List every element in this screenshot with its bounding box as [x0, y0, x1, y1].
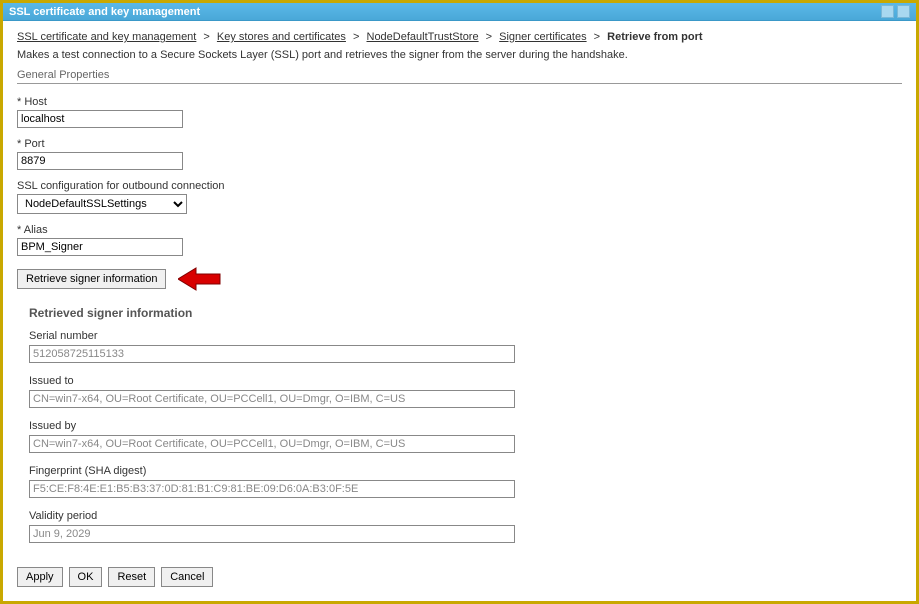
retrieved-signer-section: Retrieved signer information Serial numb…: [29, 306, 902, 543]
content-area: SSL certificate and key management > Key…: [3, 21, 916, 597]
host-input[interactable]: [17, 110, 183, 128]
field-fingerprint: Fingerprint (SHA digest): [29, 465, 902, 498]
field-host: Host: [17, 96, 902, 128]
field-serial: Serial number: [29, 330, 902, 363]
window-close-icon[interactable]: [897, 5, 910, 18]
arrow-left-icon: [178, 266, 222, 292]
serial-value: [29, 345, 515, 363]
cancel-button[interactable]: Cancel: [161, 567, 213, 587]
reset-button[interactable]: Reset: [108, 567, 155, 587]
sslconf-select[interactable]: NodeDefaultSSLSettings: [17, 194, 187, 214]
retrieved-header: Retrieved signer information: [29, 306, 902, 320]
breadcrumb-separator: >: [486, 31, 492, 43]
field-issued-by: Issued by: [29, 420, 902, 453]
ok-button[interactable]: OK: [69, 567, 103, 587]
port-label: Port: [17, 138, 902, 150]
breadcrumb-link-signer-certs[interactable]: Signer certificates: [499, 31, 586, 43]
window-titlebar: SSL certificate and key management: [3, 3, 916, 21]
validity-value: [29, 525, 515, 543]
alias-input[interactable]: [17, 238, 183, 256]
issued-to-value: [29, 390, 515, 408]
window-title: SSL certificate and key management: [9, 6, 200, 18]
issued-to-label: Issued to: [29, 375, 902, 387]
page-description: Makes a test connection to a Secure Sock…: [17, 49, 902, 61]
field-port: Port: [17, 138, 902, 170]
issued-by-label: Issued by: [29, 420, 902, 432]
footer-buttons: Apply OK Reset Cancel: [17, 567, 902, 587]
validity-label: Validity period: [29, 510, 902, 522]
fingerprint-value: [29, 480, 515, 498]
breadcrumb-separator: >: [353, 31, 359, 43]
window-controls: [881, 5, 910, 18]
field-alias: Alias: [17, 224, 902, 256]
section-header-general: General Properties: [17, 69, 902, 84]
field-issued-to: Issued to: [29, 375, 902, 408]
alias-label: Alias: [17, 224, 902, 236]
issued-by-value: [29, 435, 515, 453]
breadcrumb-link-keystores[interactable]: Key stores and certificates: [217, 31, 346, 43]
serial-label: Serial number: [29, 330, 902, 342]
retrieve-row: Retrieve signer information: [17, 266, 902, 292]
port-input[interactable]: [17, 152, 183, 170]
field-validity: Validity period: [29, 510, 902, 543]
breadcrumb-separator: >: [203, 31, 209, 43]
breadcrumb-link-ssl-mgmt[interactable]: SSL certificate and key management: [17, 31, 196, 43]
fingerprint-label: Fingerprint (SHA digest): [29, 465, 902, 477]
breadcrumb: SSL certificate and key management > Key…: [17, 31, 902, 43]
host-label: Host: [17, 96, 902, 108]
breadcrumb-current: Retrieve from port: [607, 31, 702, 43]
retrieve-signer-button[interactable]: Retrieve signer information: [17, 269, 166, 289]
breadcrumb-separator: >: [594, 31, 600, 43]
apply-button[interactable]: Apply: [17, 567, 63, 587]
sslconf-label: SSL configuration for outbound connectio…: [17, 180, 902, 192]
field-ssl-config: SSL configuration for outbound connectio…: [17, 180, 902, 214]
breadcrumb-link-truststore[interactable]: NodeDefaultTrustStore: [367, 31, 479, 43]
window-help-icon[interactable]: [881, 5, 894, 18]
